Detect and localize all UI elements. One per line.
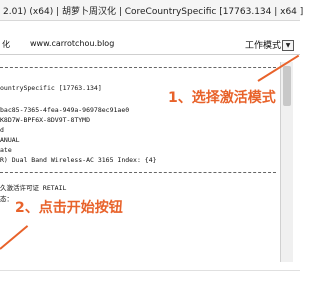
log-line: K8D7W-BPF6X-8DV9T-8TYMD <box>0 116 91 124</box>
log-line: d <box>0 126 4 134</box>
log-scrollbar[interactable] <box>280 62 293 262</box>
log-line: R) Dual Band Wireless-AC 3165 Index: {4} <box>0 156 157 164</box>
log-line: ANUAL <box>0 136 20 144</box>
log-line: 久激活许可证 RETAIL <box>0 184 67 192</box>
log-line: bac85-7365-4fea-949a-96978ec91ae0 <box>0 106 130 114</box>
log-line: 态： <box>0 195 13 203</box>
log-line: ate <box>0 146 12 154</box>
log-line: ountrySpecific [17763.134] <box>0 84 102 92</box>
work-mode-label: 工作模式 <box>245 41 282 51</box>
scrollbar-thumb[interactable] <box>283 66 291 106</box>
log-divider <box>0 67 276 69</box>
callout-step1: 1、选择激活模式 <box>168 90 276 106</box>
window-titlebar: 2.01) (x64) | 胡萝卜周汉化 | CoreCountrySpecif… <box>0 0 304 21</box>
callout-step2: 2、点击开始按钮 <box>15 200 123 216</box>
dropdown-arrow-icon[interactable]: ▼ <box>282 40 294 51</box>
log-divider <box>0 172 276 174</box>
bottom-divider <box>0 270 300 271</box>
menu-item-localize[interactable]: 化 <box>2 39 10 50</box>
website-link[interactable]: www.carrotchou.blog <box>30 39 114 48</box>
menu-bar: 化 www.carrotchou.blog 工作模式 ▼ <box>0 34 300 55</box>
window-title: 2.01) (x64) | 胡萝卜周汉化 | CoreCountrySpecif… <box>3 7 304 17</box>
